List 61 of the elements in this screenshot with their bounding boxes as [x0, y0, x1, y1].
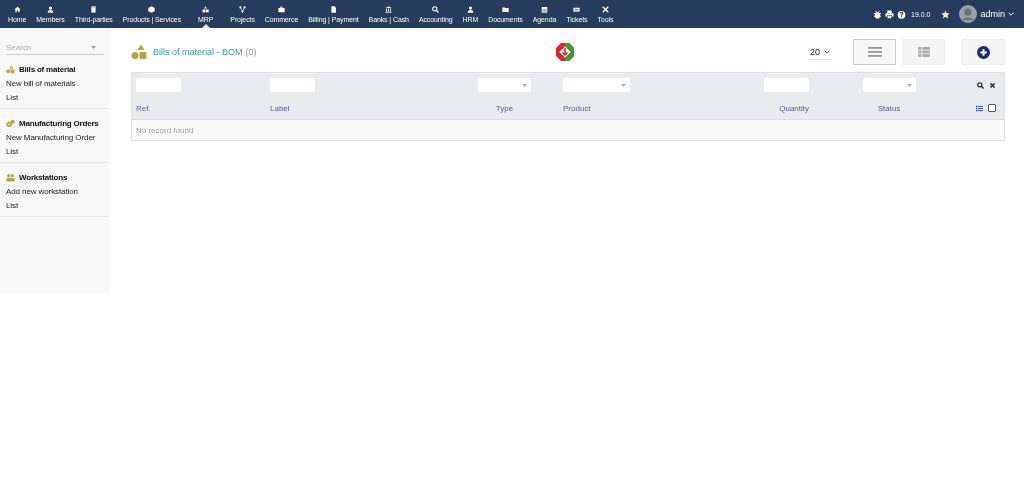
shapes-icon	[131, 44, 147, 60]
page-title: Bills of material - BOM	[153, 47, 243, 57]
star-icon[interactable]	[941, 9, 951, 19]
sidebar-link[interactable]: New Manufacturing Order	[6, 133, 104, 142]
empty-message: No record found	[136, 125, 194, 135]
search-icon	[432, 5, 440, 13]
ticket-icon	[573, 5, 581, 13]
folder-icon	[501, 5, 509, 13]
chevron-down-icon	[1008, 12, 1014, 16]
nodes-icon	[239, 5, 247, 13]
sidebar-link[interactable]: Add new workstation	[6, 187, 104, 196]
avatar-icon	[959, 5, 978, 23]
building-icon	[90, 5, 98, 13]
list-view-button[interactable]	[853, 39, 896, 65]
person-icon	[47, 5, 54, 13]
grid-icon	[916, 47, 931, 57]
person-icon	[466, 5, 474, 13]
shapes-icon	[202, 5, 210, 13]
column-header[interactable]: Quantity	[779, 103, 809, 113]
sidebar-link[interactable]: List	[6, 93, 104, 102]
bug-icon[interactable]	[873, 9, 882, 19]
bank-icon	[385, 5, 393, 13]
column-header[interactable]: Label	[270, 103, 290, 113]
sidebar-link[interactable]: New bill of materials	[6, 79, 104, 88]
record-count: (0)	[245, 47, 257, 57]
user-menu[interactable]: admin	[959, 5, 1014, 23]
house-icon	[13, 5, 21, 13]
cogs-icon	[6, 119, 15, 128]
section-title[interactable]: Workstations	[19, 173, 68, 182]
help-icon[interactable]	[897, 9, 906, 19]
file-icon	[329, 5, 337, 13]
cube-icon	[148, 5, 156, 13]
sidebar-link[interactable]: List	[6, 147, 104, 156]
caret-icon	[906, 83, 912, 87]
people-icon	[6, 173, 15, 182]
section-title[interactable]: Manufacturing Orders	[19, 119, 99, 128]
caret-icon	[522, 83, 527, 87]
tools-icon	[601, 5, 609, 13]
column-header[interactable]: Type	[495, 103, 514, 113]
column-header[interactable]: Status	[877, 103, 901, 113]
logo-icon	[555, 42, 575, 62]
select-all-checkbox[interactable]	[988, 104, 996, 112]
list-icon	[867, 47, 882, 57]
chevron-down-icon	[824, 49, 830, 54]
caret-icon	[91, 45, 96, 49]
search-field[interactable]: Search	[6, 42, 91, 52]
search-icon[interactable]	[977, 81, 984, 89]
shapes-icon	[6, 65, 15, 74]
column-header[interactable]: Ref.	[136, 103, 151, 113]
caret-icon	[621, 83, 626, 87]
print-icon[interactable]	[885, 9, 894, 19]
column-header[interactable]: Product	[563, 103, 591, 113]
add-button[interactable]	[962, 39, 1005, 65]
plus-circle-icon	[977, 45, 990, 59]
close-icon[interactable]	[989, 81, 996, 89]
column-list-icon[interactable]	[976, 104, 983, 112]
sidebar-link[interactable]: List	[6, 201, 104, 210]
briefcase-icon	[278, 5, 286, 13]
section-title[interactable]: Bills of material	[19, 65, 76, 74]
page-size-select[interactable]: 20	[808, 44, 832, 60]
calendar-icon	[540, 5, 548, 13]
